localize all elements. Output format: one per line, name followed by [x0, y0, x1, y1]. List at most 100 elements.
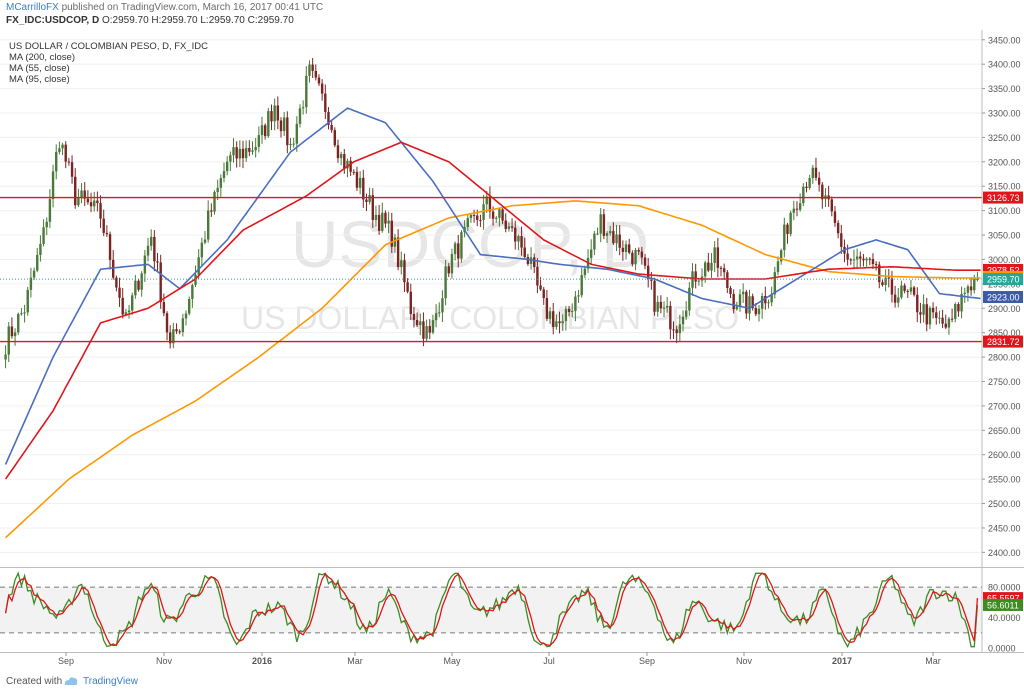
candle-body — [393, 237, 397, 247]
candle-body — [491, 211, 495, 219]
candle-body — [216, 187, 219, 193]
candle-body — [457, 243, 460, 259]
candle-body — [273, 105, 276, 122]
candle-body — [650, 279, 653, 281]
candle-body — [48, 199, 52, 222]
candle-body — [267, 111, 270, 137]
candle-body — [276, 105, 280, 121]
candle-body — [840, 233, 843, 247]
candle-body — [612, 231, 615, 244]
candle-body — [425, 326, 428, 339]
candle-body — [102, 218, 105, 233]
candle-body — [903, 285, 906, 291]
stoch-tick-label: 40.0000 — [988, 613, 1021, 623]
price-tick-label: 3450.00 — [988, 35, 1021, 45]
candle-body — [162, 302, 166, 314]
candle-body — [317, 77, 321, 84]
candle-body — [396, 237, 400, 268]
legend-ma200: MA (200, close) — [9, 52, 75, 63]
candle-body — [957, 304, 960, 312]
price-tick-label: 3100.00 — [988, 206, 1021, 216]
candle-body — [165, 313, 169, 333]
candle-body — [735, 306, 739, 310]
candle-body — [377, 214, 381, 231]
candle-body — [710, 262, 713, 271]
legend-ma55: MA (55, close) — [9, 63, 70, 74]
legend-title: US DOLLAR / COLOMBIAN PESO, D, FX_IDC — [9, 41, 209, 52]
candle-body — [140, 273, 143, 290]
candle-body — [339, 154, 343, 159]
candle-body — [935, 312, 938, 318]
tradingview-brand-link[interactable]: TradingView — [83, 676, 138, 687]
candle-body — [70, 162, 74, 177]
tradingview-logo-icon — [64, 677, 78, 685]
time-tick-label: Sep — [58, 656, 74, 666]
candle-body — [127, 310, 131, 313]
candle-body — [178, 331, 181, 333]
candle-body — [466, 218, 469, 228]
candle-body — [703, 262, 707, 277]
candle-body — [292, 143, 295, 145]
candle-body — [45, 221, 48, 228]
candle-body — [206, 210, 210, 240]
candle-body — [719, 267, 723, 269]
candle-body — [93, 200, 96, 207]
candle-body — [941, 317, 944, 324]
candle-body — [814, 167, 818, 178]
candle-body — [23, 312, 26, 314]
candle-body — [286, 117, 289, 146]
candle-body — [362, 177, 365, 200]
candle-body — [944, 323, 947, 328]
author-link[interactable]: MCarrilloFX — [6, 2, 59, 13]
candle-body — [659, 301, 663, 309]
candle-body — [954, 304, 957, 319]
candle-body — [526, 257, 530, 265]
candle-body — [571, 311, 574, 313]
time-tick-label: Nov — [156, 656, 173, 666]
candle-body — [412, 313, 416, 320]
candle-body — [13, 332, 17, 337]
candle-body — [153, 236, 156, 262]
time-tick-label: Mar — [347, 656, 363, 666]
candle-body — [131, 295, 134, 311]
candle-body — [580, 275, 583, 296]
candle-body — [881, 282, 884, 285]
candle-body — [10, 326, 14, 337]
candle-body — [203, 239, 207, 243]
candle-body — [748, 296, 751, 314]
candle-body — [86, 198, 90, 203]
candle-body — [343, 154, 346, 169]
candle-body — [833, 211, 837, 223]
candle-body — [387, 220, 390, 224]
candle-body — [811, 167, 815, 179]
candle-body — [32, 270, 36, 278]
candle-body — [590, 249, 593, 258]
candle-body — [678, 324, 682, 334]
candle-body — [137, 280, 140, 290]
time-tick-label: 2017 — [832, 656, 852, 666]
price-chart[interactable]: USDCOP, DUS DOLLAR / COLOMBIAN PESO3450.… — [0, 30, 1024, 671]
candle-body — [159, 262, 162, 303]
candle-body — [792, 208, 796, 213]
candle-body — [567, 308, 571, 312]
candle-body — [707, 262, 710, 271]
candle-body — [238, 148, 242, 159]
price-label-text: 2959.70 — [987, 275, 1020, 285]
candle-body — [605, 233, 609, 236]
candle-body — [149, 236, 153, 246]
candle-body — [472, 214, 476, 216]
price-tick-label: 2600.00 — [988, 450, 1021, 460]
footer: Created with TradingView — [0, 671, 1024, 692]
candle-body — [713, 247, 716, 263]
candle-body — [270, 111, 273, 122]
candle-body — [469, 214, 473, 219]
candle-body — [295, 123, 299, 144]
candle-body — [156, 261, 159, 263]
candle-body — [593, 233, 596, 250]
candle-body — [61, 144, 64, 149]
candle-body — [805, 186, 808, 189]
candle-body — [434, 313, 438, 321]
candle-body — [184, 313, 188, 319]
stoch-value-label: 56.6011 — [987, 600, 1019, 610]
candle-body — [74, 176, 77, 206]
